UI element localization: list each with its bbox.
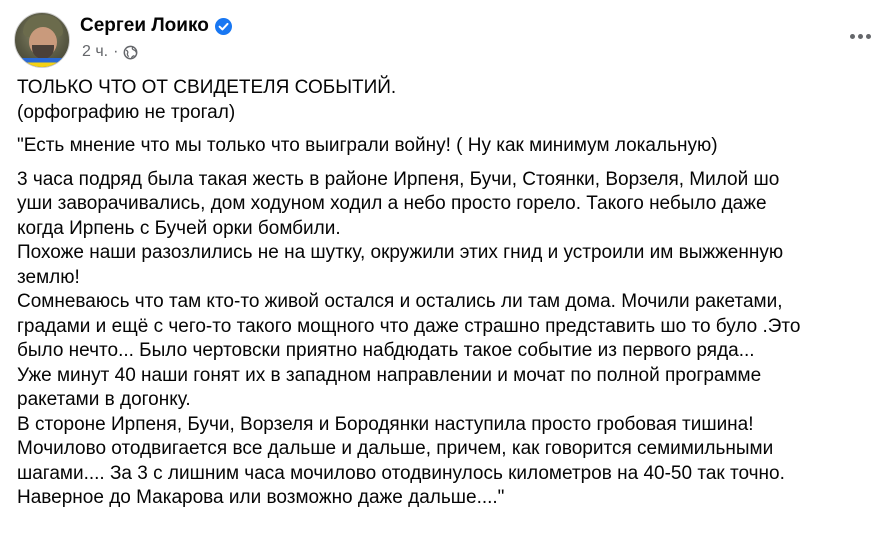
text-line: "Есть мнение что мы только что выиграли … (17, 135, 718, 156)
author-row: Сергеи Лоико (80, 14, 232, 38)
text-line: Похоже наши разозлились не на шутку, окр… (17, 242, 784, 263)
verified-badge-icon (214, 17, 232, 35)
author-avatar[interactable] (14, 12, 70, 68)
post-text: ТОЛЬКО ЧТО ОТ СВИДЕТЕЛЯ СОБЫТИЙ. (орфогр… (17, 76, 881, 511)
paragraph: 3 часа подряд была такая жесть в районе … (17, 168, 881, 511)
more-options-icon (849, 33, 855, 39)
text-line: землю! (17, 266, 80, 288)
facebook-post: Сергеи Лоико 2 ч. · ТОЛЬКО ЧТО ОТ СВИДЕТ… (0, 0, 894, 560)
text-line: градами и ещё с чего-то такого мощного ч… (17, 315, 801, 337)
text-line: 3 часа подряд была такая жесть в районе … (17, 168, 780, 190)
text-line: Наверное до Макарова или возможно даже д… (17, 487, 505, 508)
text-line: В стороне Ирпеня, Бучи, Ворзеля и Бородя… (17, 413, 754, 435)
text-line: Уже минут 40 наши гонят их в западном на… (17, 364, 762, 386)
text-line: было нечто... Было чертовски приятно наб… (17, 340, 755, 361)
post-header: Сергеи Лоико 2 ч. · (14, 12, 880, 68)
post-meta: 2 ч. · (82, 42, 138, 62)
text-line: ракетами в догонку. (17, 389, 191, 410)
more-options-button[interactable] (842, 24, 878, 48)
paragraph: "Есть мнение что мы только что выиграли … (17, 134, 881, 159)
globe-icon[interactable] (123, 45, 138, 60)
post-timestamp[interactable]: 2 ч. (82, 43, 108, 61)
text-line: ТОЛЬКО ЧТО ОТ СВИДЕТЕЛЯ СОБЫТИЙ. (17, 77, 397, 98)
text-line: Сомневаюсь что там кто-то живой остался … (17, 291, 783, 312)
author-name[interactable]: Сергеи Лоико (80, 15, 209, 37)
meta-separator: · (113, 43, 119, 60)
text-line: Мочилово отодвигается все дальше и дальш… (17, 438, 774, 459)
text-line: уши заворачивались, дом ходуном ходил а … (17, 193, 767, 214)
text-line: (орфографию не трогал) (17, 101, 236, 123)
paragraph: ТОЛЬКО ЧТО ОТ СВИДЕТЕЛЯ СОБЫТИЙ. (орфогр… (17, 76, 881, 125)
text-line: шагами.... За 3 с лишним часа мочилово о… (17, 462, 785, 484)
text-line: когда Ирпень с Бучей орки бомбили. (17, 217, 341, 239)
